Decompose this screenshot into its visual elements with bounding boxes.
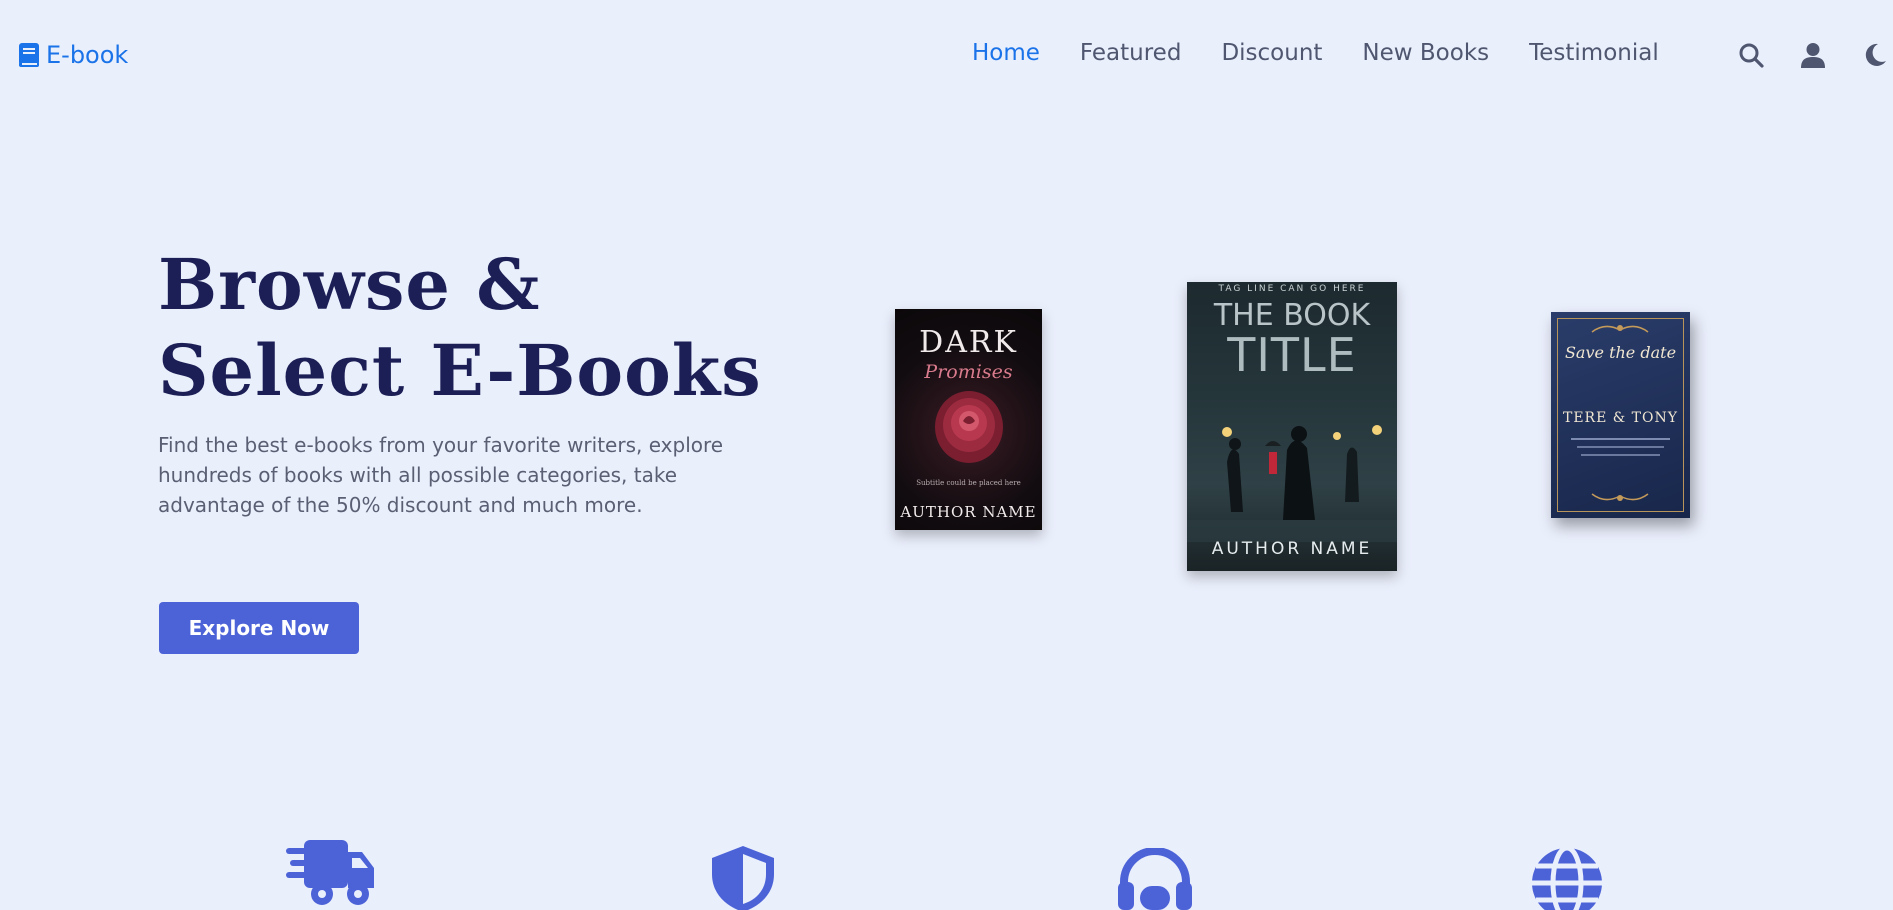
- nav-item-featured[interactable]: Featured: [1080, 40, 1182, 66]
- hero-title: Browse & Select E-Books: [158, 242, 762, 414]
- book-author: AUTHOR NAME: [900, 503, 1037, 521]
- decorative-line: [1571, 438, 1670, 440]
- shield-icon: [712, 846, 774, 910]
- book-script-text: Save the date: [1564, 343, 1677, 362]
- book-names: TERE & TONY: [1563, 410, 1678, 426]
- header: E-book Home Featured Discount New Books …: [0, 0, 1893, 108]
- book-cover-save-the-date[interactable]: Save the date TERE & TONY: [1551, 312, 1690, 518]
- ornament-bottom-icon: [1591, 493, 1649, 501]
- decorative-line: [1581, 454, 1660, 456]
- book-subtitle: Promises: [924, 361, 1013, 383]
- book-title-bottom: TITLE: [1227, 328, 1357, 382]
- hero-title-line-1: Browse &: [158, 243, 541, 326]
- logo-link[interactable]: E-book: [18, 41, 128, 69]
- explore-now-button[interactable]: Explore Now: [159, 602, 359, 654]
- nav-item-testimonial[interactable]: Testimonial: [1529, 40, 1659, 66]
- search-icon[interactable]: [1738, 42, 1764, 68]
- user-icon[interactable]: [1800, 42, 1826, 68]
- main-nav: Home Featured Discount New Books Testimo…: [972, 40, 1699, 66]
- book-icon: [19, 43, 39, 67]
- decorative-line: [1577, 446, 1664, 448]
- book-tagline: TAG LINE CAN GO HERE: [1218, 284, 1366, 294]
- truck-icon: [286, 840, 374, 905]
- book-author: AUTHOR NAME: [1211, 539, 1373, 559]
- book-cover-dark-promises[interactable]: DARK Promises Subtitle could be placed h…: [895, 309, 1042, 530]
- hero-description: Find the best e-books from your favorite…: [158, 433, 724, 517]
- rainy-street-illustration: [1187, 425, 1397, 542]
- headset-icon: [1118, 848, 1192, 910]
- book-cover-the-book-title[interactable]: TAG LINE CAN GO HERE THE BOOK TITLE AUTH…: [1187, 282, 1397, 571]
- nav-item-discount[interactable]: Discount: [1221, 40, 1322, 66]
- logo-text: E-book: [46, 41, 129, 69]
- moon-icon[interactable]: [1862, 42, 1888, 68]
- hero-title-line-2: Select E-Books: [158, 329, 762, 412]
- book-title: DARK: [919, 325, 1018, 360]
- ornament-top-icon: [1591, 325, 1649, 333]
- rose-icon: [935, 391, 1003, 463]
- globe-icon: [1532, 848, 1602, 910]
- nav-item-new-books[interactable]: New Books: [1362, 40, 1489, 66]
- nav-item-home[interactable]: Home: [972, 40, 1040, 66]
- book-tagline: Subtitle could be placed here: [916, 479, 1021, 487]
